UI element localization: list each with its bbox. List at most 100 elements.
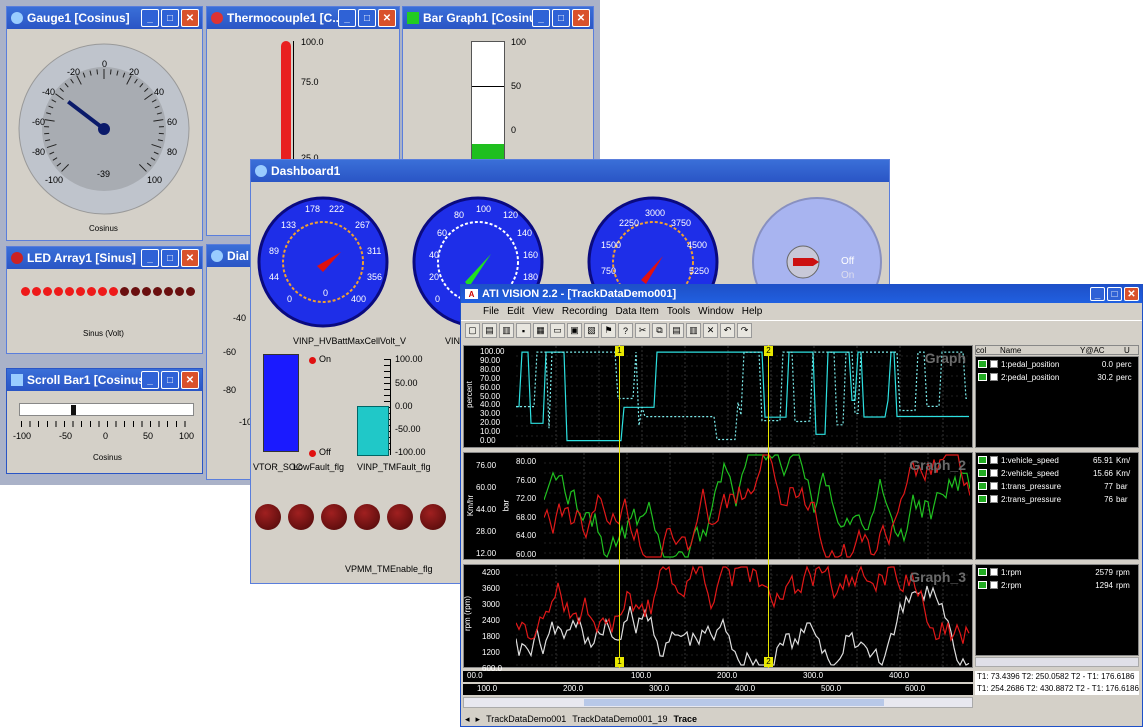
close-button[interactable]: ✕: [572, 9, 590, 27]
print-preview-icon[interactable]: ▣: [567, 323, 582, 338]
visibility-checkbox[interactable]: [990, 568, 998, 576]
tab-nav-right[interactable]: ▸: [476, 714, 481, 725]
bargraph-titlebar[interactable]: Bar Graph1 [Cosinus] _□✕: [403, 7, 593, 29]
dashboard-icon: [255, 165, 267, 177]
minimize-button[interactable]: _: [141, 371, 159, 389]
graph-2[interactable]: Km/hr 76.00 60.00 44.00 28.00 12.00 bar 80.0…: [463, 452, 973, 560]
menu-view[interactable]: View: [532, 306, 554, 317]
close-button[interactable]: ✕: [181, 249, 199, 267]
minimize-button[interactable]: _: [1090, 287, 1105, 301]
trans-pressure-trace: [544, 454, 970, 558]
horizontal-scrollbar[interactable]: [463, 697, 973, 708]
export-icon[interactable]: ▧: [584, 323, 599, 338]
minimize-button[interactable]: _: [141, 9, 159, 27]
minimize-button[interactable]: _: [338, 9, 356, 27]
open-icon[interactable]: ▤: [482, 323, 497, 338]
close-button[interactable]: ✕: [378, 9, 396, 27]
delete-icon[interactable]: ✕: [703, 323, 718, 338]
gauge1-titlebar[interactable]: Gauge1 [Cosinus] _ □ ✕: [7, 7, 202, 29]
legend-name-header[interactable]: Name: [1000, 346, 1080, 355]
paste-icon[interactable]: ▤: [669, 323, 684, 338]
menu-data-item[interactable]: Data Item: [615, 306, 658, 317]
help-icon[interactable]: ?: [618, 323, 633, 338]
cursor-1-line[interactable]: [619, 345, 620, 668]
gauge-c-tick: 3750: [671, 218, 692, 228]
redo-icon[interactable]: ↷: [737, 323, 752, 338]
visibility-checkbox[interactable]: [990, 360, 998, 368]
minimize-button[interactable]: _: [532, 9, 550, 27]
legend-row[interactable]: 1:trans_pressure 77 bar: [976, 480, 1138, 492]
cut-icon[interactable]: ✂: [635, 323, 650, 338]
menu-recording[interactable]: Recording: [562, 306, 608, 317]
scroll-thumb[interactable]: [584, 699, 884, 706]
save-icon[interactable]: ▪: [516, 323, 531, 338]
maximize-button[interactable]: □: [358, 9, 376, 27]
maximize-button[interactable]: □: [552, 9, 570, 27]
maximize-button[interactable]: □: [161, 249, 179, 267]
scroll-titlebar[interactable]: Scroll Bar1 [Cosinus] _ □ ✕: [7, 369, 202, 391]
gauge-c-tick: 1500: [601, 240, 622, 250]
dashboard-titlebar[interactable]: Dashboard1: [251, 160, 889, 182]
cursor-2-marker[interactable]: 2: [764, 346, 773, 356]
legend-value-header[interactable]: Y@AC: [1080, 346, 1124, 355]
y-tick: 12.00: [476, 549, 497, 558]
undo-icon[interactable]: ↶: [720, 323, 735, 338]
cursor-1-marker-bottom[interactable]: 1: [615, 657, 624, 667]
close-button[interactable]: ✕: [1124, 287, 1139, 301]
led-titlebar[interactable]: LED Array1 [Sinus] _ □ ✕: [7, 247, 202, 269]
find-icon[interactable]: ⚑: [601, 323, 616, 338]
visibility-checkbox[interactable]: [990, 373, 998, 381]
visibility-checkbox[interactable]: [990, 581, 998, 589]
menu-edit[interactable]: Edit: [507, 306, 524, 317]
print-icon[interactable]: ▭: [550, 323, 565, 338]
maximize-button[interactable]: □: [161, 371, 179, 389]
folder-icon[interactable]: ▥: [499, 323, 514, 338]
tab-nav-left[interactable]: ◂: [465, 714, 470, 725]
new-icon[interactable]: ▢: [465, 323, 480, 338]
channel-icon: [978, 360, 987, 368]
maximize-button[interactable]: □: [161, 9, 179, 27]
legend-scrollbar[interactable]: [975, 657, 1139, 667]
legend-col-header[interactable]: col: [976, 346, 1000, 355]
graph1-unit: percent: [464, 381, 474, 408]
legend-row[interactable]: 2:pedal_position 30.2 perc: [976, 371, 1138, 383]
menu-file[interactable]: File: [483, 306, 499, 317]
visibility-checkbox[interactable]: [990, 495, 998, 503]
scroll-track[interactable]: [19, 403, 194, 416]
minimize-button[interactable]: _: [141, 249, 159, 267]
graph-3[interactable]: rpm (rpm) 4200 3600 3000 2400 1800 1200 600.0 …: [463, 564, 973, 673]
ati-titlebar[interactable]: A ATI VISION 2.2 - [TrackDataDemo001] _ □…: [461, 285, 1142, 303]
graph-1[interactable]: percent 100.00 90.00 80.00 70.00 60.00 50.00 4…: [463, 345, 973, 448]
legend-row[interactable]: 2:rpm 1294 rpm: [976, 579, 1138, 591]
tab-trackdata-19[interactable]: TrackDataDemo001_19: [572, 714, 667, 724]
visibility-checkbox[interactable]: [990, 482, 998, 490]
legend-row[interactable]: 2:vehicle_speed 15.66 Km/: [976, 467, 1138, 479]
save-all-icon[interactable]: ▦: [533, 323, 548, 338]
menu-help[interactable]: Help: [742, 306, 763, 317]
visibility-checkbox[interactable]: [990, 456, 998, 464]
tab-trace[interactable]: Trace: [673, 714, 697, 724]
led: [21, 287, 30, 296]
menu-tools[interactable]: Tools: [667, 306, 690, 317]
cursor-2-marker-bottom[interactable]: 2: [764, 657, 773, 667]
close-button[interactable]: ✕: [181, 371, 199, 389]
legend-unit-header[interactable]: U: [1124, 346, 1130, 355]
tab-trackdata-1[interactable]: TrackDataDemo001: [486, 714, 566, 724]
visibility-checkbox[interactable]: [990, 469, 998, 477]
graph3-title: Graph_3: [909, 569, 966, 585]
status-line-1: T1: 73.4396 T2: 250.0582 T2 - T1: 176.61…: [977, 672, 1135, 681]
legend-row[interactable]: 2:trans_pressure 76 bar: [976, 493, 1138, 505]
legend-row[interactable]: 1:pedal_position 0.0 perc: [976, 358, 1138, 370]
thermo-titlebar[interactable]: Thermocouple1 [C... _ □ ✕: [207, 7, 399, 29]
paste-special-icon[interactable]: ▥: [686, 323, 701, 338]
maximize-button[interactable]: □: [1107, 287, 1122, 301]
legend-unit: bar: [1116, 494, 1128, 504]
scroll-thumb[interactable]: [71, 405, 77, 415]
copy-icon[interactable]: ⧉: [652, 323, 667, 338]
legend-row[interactable]: 1:rpm 2579 rpm: [976, 566, 1138, 578]
cursor-1-marker[interactable]: 1: [615, 346, 624, 356]
close-button[interactable]: ✕: [181, 9, 199, 27]
menu-window[interactable]: Window: [698, 306, 734, 317]
legend-row[interactable]: 1:vehicle_speed 65.91 Km/: [976, 454, 1138, 466]
cursor-2-line[interactable]: [768, 345, 769, 668]
